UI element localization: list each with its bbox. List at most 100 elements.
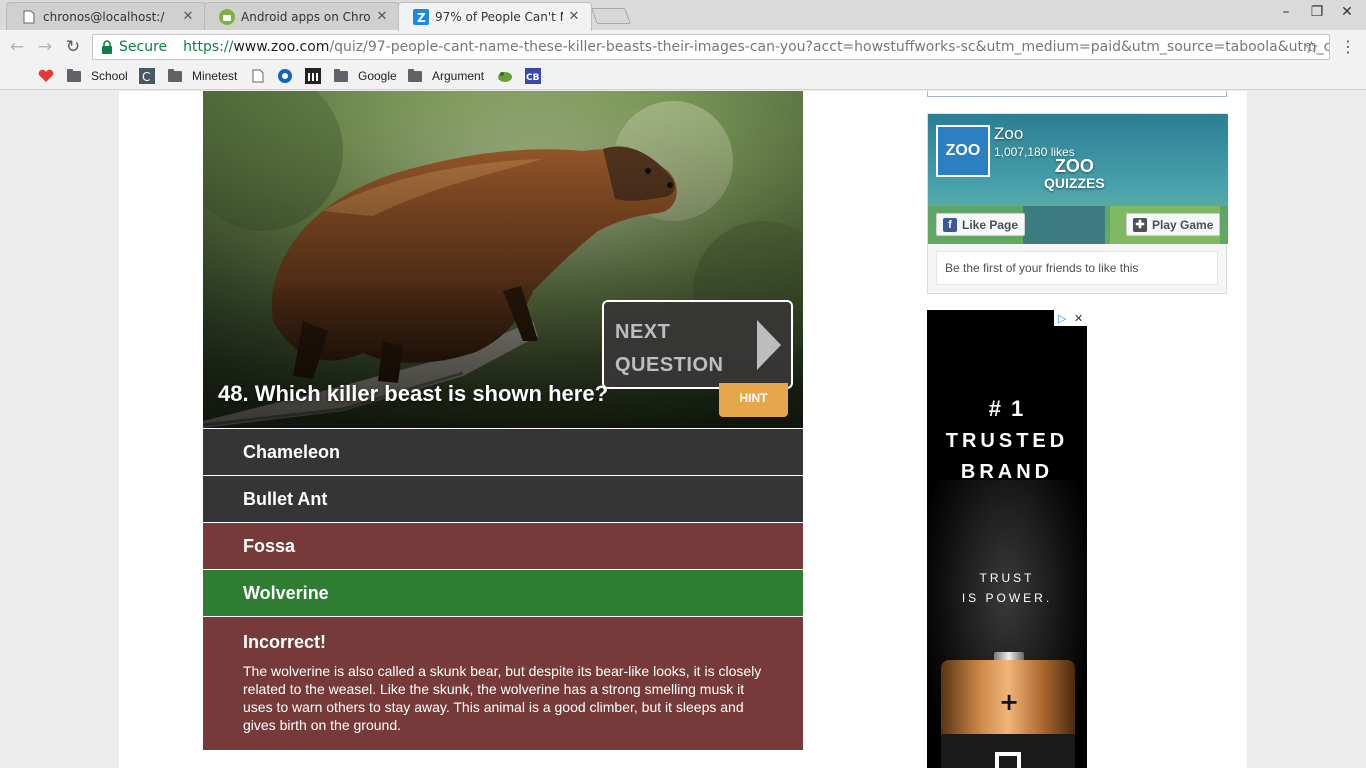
- zoo-logo[interactable]: ZOO: [936, 125, 990, 177]
- ad-headline-line1: TRUSTED: [945, 430, 1069, 452]
- brand-line2: QUIZZES: [1044, 175, 1105, 191]
- cb-icon: CB: [525, 68, 541, 84]
- chevron-right-icon: [757, 320, 781, 370]
- question-image: NEXT QUESTION 48. Which killer beast is …: [203, 91, 803, 428]
- new-tab-button[interactable]: [591, 8, 631, 24]
- answer-option-chameleon[interactable]: Chameleon: [203, 429, 803, 475]
- restore-icon[interactable]: ❐: [1307, 4, 1327, 20]
- ad-tagline-line2: IS POWER.: [961, 591, 1053, 605]
- folder-icon: [408, 68, 422, 82]
- svg-text:C: C: [142, 70, 150, 84]
- facebook-cover: ZOO Zoo 1,007,180 likes ZOO QUIZZES f Li…: [928, 114, 1228, 244]
- bookmark-argument[interactable]: Argument: [408, 67, 484, 85]
- svg-text:CB: CB: [526, 73, 540, 83]
- toolbar: ← → ↻ Secure https:// www.zoo.com /quiz/…: [0, 30, 1366, 63]
- close-icon[interactable]: ✕: [375, 9, 389, 24]
- next-question-label: NEXT QUESTION: [615, 316, 723, 382]
- bookmark-c[interactable]: C: [139, 67, 155, 85]
- tab-title: 97% of People Can't Name: [435, 10, 563, 24]
- url-scheme: https://: [183, 39, 234, 55]
- bookmark-cb[interactable]: CB: [525, 67, 541, 85]
- android-icon: [219, 8, 235, 25]
- lock-icon: [102, 40, 112, 54]
- question-title: 48. Which killer beast is shown here?: [218, 381, 609, 406]
- bookmark-leaf[interactable]: [497, 67, 513, 85]
- bookmark-heart[interactable]: [38, 67, 54, 85]
- advertisement[interactable]: ▷ ✕ # 1 TRUSTED BRAND TRUST IS POWER. +: [927, 310, 1087, 768]
- play-game-button[interactable]: ✚ Play Game: [1126, 213, 1221, 236]
- address-bar[interactable]: Secure https:// www.zoo.com /quiz/97-peo…: [92, 34, 1330, 60]
- museum-icon: [305, 68, 321, 84]
- minimize-icon[interactable]: –: [1276, 4, 1296, 20]
- answer-option-bullet-ant[interactable]: Bullet Ant: [203, 476, 803, 522]
- hint-button[interactable]: HINT: [719, 383, 788, 417]
- secure-label: Secure: [119, 39, 168, 55]
- like-page-label: Like Page: [962, 217, 1019, 232]
- answer-option-fossa[interactable]: Fossa: [203, 523, 803, 569]
- bookmark-globe[interactable]: [277, 67, 293, 85]
- next-question-button[interactable]: NEXT QUESTION: [602, 300, 793, 389]
- folder-icon: [67, 68, 81, 82]
- document-icon: [250, 68, 266, 84]
- close-icon[interactable]: ✕: [567, 10, 581, 24]
- ad-tagline: TRUST IS POWER.: [927, 568, 1087, 608]
- url-host: www.zoo.com: [233, 39, 330, 55]
- folder-icon: [168, 68, 182, 82]
- page-content: NEXT QUESTION 48. Which killer beast is …: [119, 91, 1247, 768]
- tab-android-apps[interactable]: Android apps on Chrome ✕: [204, 2, 400, 30]
- facebook-page-widget: ZOO Zoo 1,007,180 likes ZOO QUIZZES f Li…: [927, 113, 1228, 294]
- feedback-title: Incorrect!: [243, 632, 327, 652]
- globe-icon: [277, 68, 293, 84]
- bookmark-school[interactable]: School: [67, 67, 128, 85]
- friends-like-text: Be the first of your friends to like thi…: [936, 251, 1218, 285]
- zoo-quizzes-brand: ZOO QUIZZES: [1044, 156, 1105, 192]
- ad-tagline-line1: TRUST: [979, 571, 1035, 585]
- next-label-line2: QUESTION: [615, 354, 724, 376]
- adchoices-icon[interactable]: ▷ ✕: [1054, 310, 1087, 326]
- folder-icon: [334, 68, 348, 82]
- zoo-favicon-icon: Z: [413, 9, 429, 25]
- menu-icon[interactable]: ⋮: [1340, 37, 1356, 57]
- answer-option-wolverine[interactable]: Wolverine: [203, 570, 803, 616]
- close-window-icon[interactable]: ✕: [1337, 4, 1357, 20]
- battery-icon: +: [941, 652, 1075, 768]
- bookmarks-bar: School C Minetest Google Argument CB: [0, 63, 1366, 90]
- facebook-icon: f: [943, 217, 957, 232]
- svg-text:+: +: [999, 688, 1019, 716]
- url-path: /quiz/97-people-cant-name-these-killer-b…: [329, 39, 1330, 55]
- like-page-button[interactable]: f Like Page: [936, 213, 1026, 236]
- answer-feedback: Incorrect! The wolverine is also called …: [203, 617, 803, 750]
- back-icon[interactable]: ←: [6, 36, 28, 58]
- document-icon: [21, 9, 37, 25]
- bookmark-star-icon[interactable]: ☆: [1304, 38, 1319, 58]
- feedback-text: The wolverine is also called a skunk bea…: [243, 663, 762, 733]
- site-c-icon: C: [139, 68, 155, 84]
- svg-text:Z: Z: [417, 11, 426, 25]
- bookmark-label: Argument: [432, 69, 485, 83]
- ad-headline: TRUSTED BRAND: [927, 426, 1087, 488]
- gamepad-icon: ✚: [1133, 217, 1147, 232]
- tab-title: chronos@localhost:/: [43, 9, 165, 24]
- tab-terminal[interactable]: chronos@localhost:/ ✕: [6, 2, 206, 30]
- play-game-label: Play Game: [1152, 217, 1214, 232]
- bookmark-label: Google: [358, 69, 397, 83]
- quiz-card: NEXT QUESTION 48. Which killer beast is …: [203, 91, 803, 750]
- bookmark-minetest[interactable]: Minetest: [168, 67, 237, 85]
- tab-strip: chronos@localhost:/ ✕ Android apps on Ch…: [0, 0, 1366, 31]
- reload-icon[interactable]: ↻: [62, 36, 84, 58]
- tab-zoo-quiz[interactable]: Z 97% of People Can't Name ✕: [398, 2, 592, 31]
- close-icon[interactable]: ✕: [181, 9, 195, 24]
- bookmark-museum[interactable]: [305, 67, 321, 85]
- bookmark-page[interactable]: [250, 67, 266, 85]
- next-label-line1: NEXT: [615, 321, 671, 343]
- heart-icon: [38, 68, 54, 84]
- sidebar-widget-top: [927, 91, 1227, 97]
- page-viewport: NEXT QUESTION 48. Which killer beast is …: [0, 91, 1366, 768]
- bookmark-google[interactable]: Google: [334, 67, 397, 85]
- ad-headline-line2: BRAND: [960, 461, 1054, 483]
- tab-title: Android apps on Chrome: [241, 9, 371, 24]
- brand-line1: ZOO: [1054, 156, 1094, 176]
- ad-rank: # 1: [988, 396, 1026, 421]
- forward-icon[interactable]: →: [34, 36, 56, 58]
- facebook-page-name[interactable]: Zoo: [994, 124, 1023, 144]
